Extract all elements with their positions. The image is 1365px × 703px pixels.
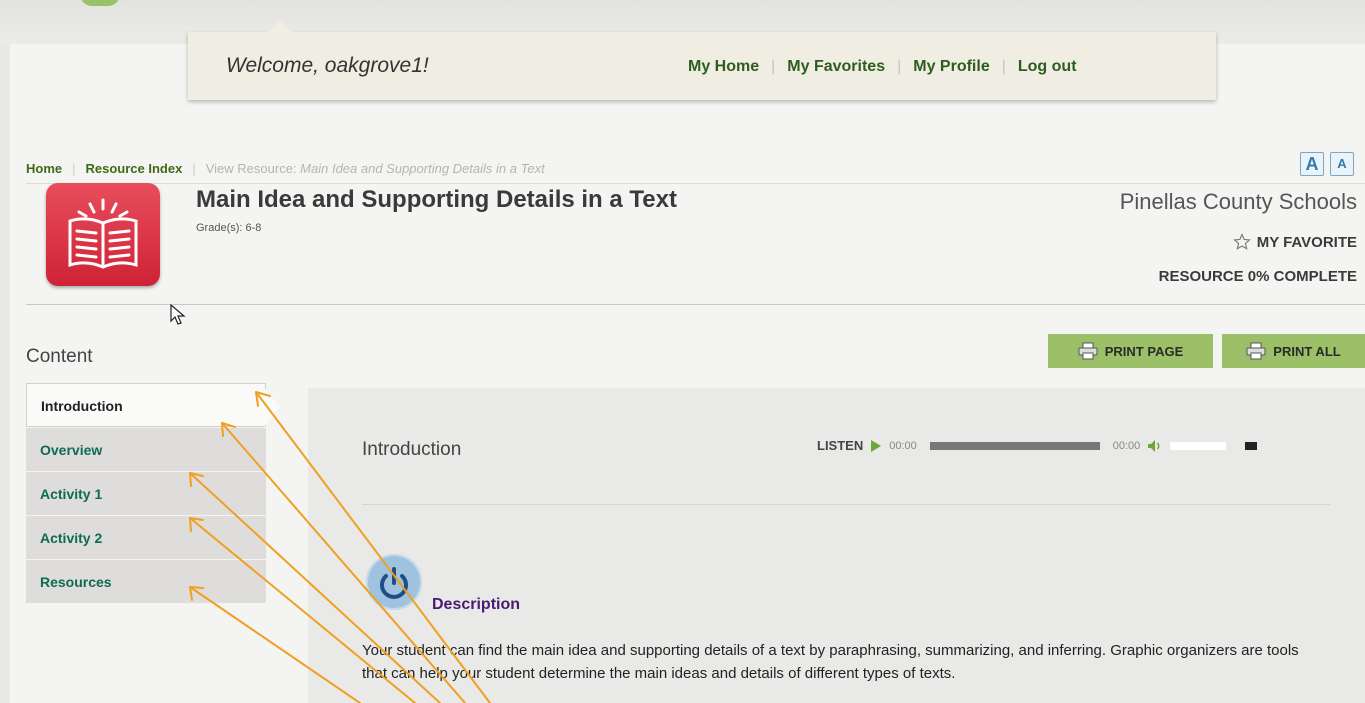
power-icon (366, 554, 422, 610)
nav-item-activity-1[interactable]: Activity 1 (26, 471, 266, 515)
resource-divider (26, 304, 1365, 305)
breadcrumb-current-title: Main Idea and Supporting Details in a Te… (300, 161, 545, 176)
link-separator: | (771, 58, 776, 75)
volume-slider[interactable] (1170, 441, 1227, 450)
print-page-label: PRINT PAGE (1104, 343, 1184, 359)
user-menu: My Home | My Favorites | My Profile | Lo… (688, 58, 1077, 76)
printer-icon (1078, 342, 1098, 360)
print-all-label: PRINT ALL (1273, 343, 1341, 359)
volume-icon[interactable] (1147, 439, 1163, 453)
active-nav-pointer (264, 387, 280, 427)
star-icon (1232, 233, 1251, 250)
breadcrumb-current-prefix: View Resource: (205, 161, 297, 176)
district-name: Pinellas County Schools (1119, 189, 1357, 214)
play-icon[interactable] (870, 439, 882, 453)
print-page-button[interactable]: PRINT PAGE (1048, 334, 1213, 368)
link-separator: | (897, 58, 902, 75)
increase-font-button[interactable]: A (1300, 152, 1324, 176)
print-all-button[interactable]: PRINT ALL (1222, 334, 1365, 368)
logo-fragment (80, 0, 120, 6)
breadcrumb-current: View Resource: Main Idea and Supporting … (206, 161, 545, 176)
total-time: 00:00 (1112, 439, 1141, 452)
mouse-cursor-icon (170, 304, 186, 325)
decrease-font-icon: A (1337, 156, 1347, 171)
resource-grade: Grade(s): 6-8 (196, 222, 262, 234)
printer-icon (1246, 342, 1266, 360)
audio-progress-track[interactable] (929, 441, 1100, 450)
listen-label: LISTEN (817, 438, 864, 453)
header-divider (26, 183, 1365, 184)
nav-item-introduction[interactable]: Introduction (26, 383, 266, 427)
description-heading: Description (432, 596, 521, 613)
increase-font-icon: A (1305, 154, 1319, 174)
content-panel: Introduction LISTEN 00:00 00:00 Descript… (308, 388, 1365, 703)
my-home-link[interactable]: My Home (688, 58, 759, 76)
welcome-bar-notch (268, 20, 292, 32)
content-heading: Content (26, 346, 93, 367)
nav-item-activity-2[interactable]: Activity 2 (26, 515, 266, 559)
audio-player: LISTEN 00:00 00:00 (817, 438, 1258, 453)
logout-link[interactable]: Log out (1018, 58, 1077, 76)
my-profile-link[interactable]: My Profile (913, 58, 989, 76)
book-icon (46, 183, 160, 286)
content-nav: Introduction Overview Activity 1 Activit… (26, 383, 266, 603)
panel-title: Introduction (362, 439, 462, 460)
breadcrumb-separator: | (192, 161, 196, 176)
page-edge (0, 44, 10, 703)
my-favorite-label: MY FAVORITE (1256, 233, 1357, 251)
current-time: 00:00 (889, 439, 917, 452)
breadcrumb-separator: | (72, 161, 76, 176)
my-favorites-link[interactable]: My Favorites (787, 58, 885, 76)
link-separator: | (1001, 58, 1006, 75)
breadcrumb-resource-index[interactable]: Resource Index (86, 161, 183, 176)
breadcrumb-home[interactable]: Home (26, 161, 62, 176)
description-text: Your student can find the main idea and … (362, 642, 1299, 682)
welcome-message: Welcome, oakgrove1! (226, 54, 429, 77)
resource-title: Main Idea and Supporting Details in a Te… (196, 186, 677, 213)
volume-handle[interactable] (1245, 441, 1258, 450)
welcome-bar: Welcome, oakgrove1! My Home | My Favorit… (188, 20, 1216, 100)
panel-divider (362, 504, 1330, 505)
breadcrumb: Home | Resource Index | View Resource: M… (26, 161, 545, 176)
my-favorite-button[interactable]: MY FAVORITE (1232, 233, 1357, 251)
nav-item-resources[interactable]: Resources (26, 559, 266, 603)
nav-item-overview[interactable]: Overview (26, 427, 266, 471)
decrease-font-button[interactable]: A (1330, 152, 1354, 176)
resource-progress: RESOURCE 0% COMPLETE (1158, 268, 1357, 285)
